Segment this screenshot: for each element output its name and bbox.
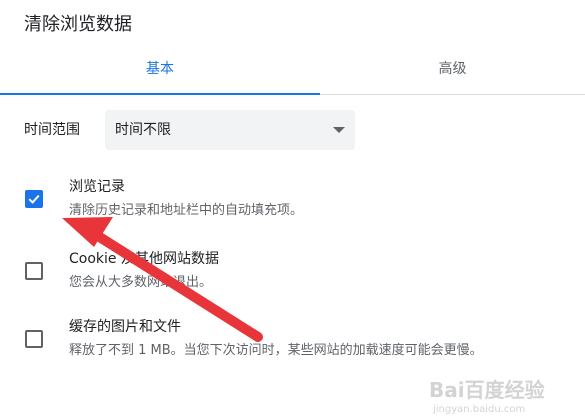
time-range-select[interactable]: 时间不限 [105,110,355,150]
cookies-checkbox[interactable] [25,262,43,280]
cached-files-checkbox[interactable] [25,330,43,348]
dialog-title: 清除浏览数据 [24,14,132,35]
option-cached-files: 缓存的图片和文件 释放了不到 1 MB。当您下次访问时，某些网站的加载速度可能会… [24,316,579,364]
tab-advanced[interactable]: 高级 [320,46,585,94]
option-browsing-history: 浏览记录 清除历史记录和地址栏中的自动填充项。 [24,176,579,224]
baidu-watermark-icon: Bai百度经验 jingyan.baidu.com [429,378,545,415]
option-title: 缓存的图片和文件 [69,319,181,335]
tab-basic[interactable]: 基本 [0,46,320,95]
option-cookies: Cookie 及其他网站数据 您会从大多数网站退出。 [24,248,579,296]
option-title: Cookie 及其他网站数据 [69,251,219,267]
watermark-url: jingyan.baidu.com [432,404,525,415]
dropdown-arrow-icon [333,127,345,133]
time-range-label: 时间范围 [24,122,80,138]
watermark-brand: Bai百度经验 [429,378,545,402]
option-description: 释放了不到 1 MB。当您下次访问时，某些网站的加载速度可能会更慢。 [69,343,483,358]
clear-browsing-data-dialog: 清除浏览数据 基本 高级 时间范围 时间不限 浏览记录 清除历史记录和地址栏中的… [0,0,585,419]
option-description: 您会从大多数网站退出。 [69,275,213,290]
checkmark-icon [28,194,40,204]
browsing-history-checkbox[interactable] [25,190,43,208]
option-description: 清除历史记录和地址栏中的自动填充项。 [69,203,304,218]
tab-bar: 基本 高级 [0,46,585,95]
option-title: 浏览记录 [69,179,125,195]
time-range-selected-value: 时间不限 [115,122,171,138]
